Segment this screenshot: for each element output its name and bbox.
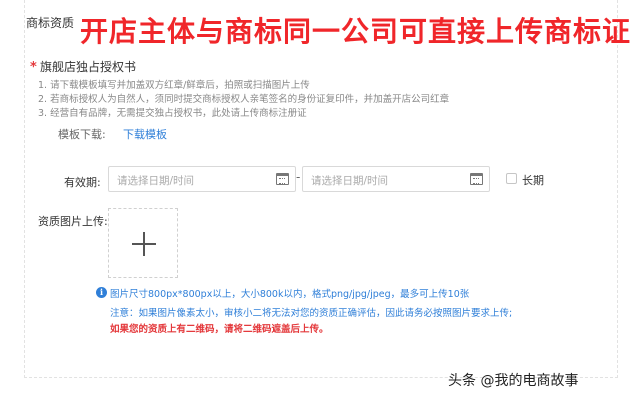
long-term-checkbox[interactable]	[506, 173, 517, 184]
start-date-input[interactable]: 请选择日期/时间	[108, 166, 296, 192]
template-download-label: 模板下载:	[58, 128, 106, 141]
validity-label: 有效期:	[64, 176, 101, 189]
auth-letter-title: 旗舰店独占授权书	[40, 60, 137, 74]
calendar-icon[interactable]	[276, 173, 289, 185]
watermark: 头条 @我的电商故事	[448, 373, 579, 389]
end-date-input[interactable]: 请选择日期/时间	[302, 166, 490, 192]
image-requirements-note: 图片尺寸800px*800px以上，大小800k以内，格式png/jpg/jpe…	[110, 289, 470, 300]
instruction-list: 1. 请下载模板填写并加盖双方红章/鲜章后，拍照或扫描图片上传 2. 若商标授权…	[38, 79, 598, 121]
image-upload-label: 资质图片上传:	[38, 215, 108, 228]
banner-overlay: 开店主体与商标同一公司可直接上传商标证	[80, 15, 632, 48]
section-title: 商标资质	[26, 16, 75, 30]
end-date-placeholder: 请选择日期/时间	[311, 175, 389, 187]
calendar-icon[interactable]	[470, 173, 483, 185]
pixel-warning-note: 注意：如果图片像素太小，审核小二将无法对您的资质正确评估，因此请务必按照图片要求…	[110, 308, 513, 319]
plus-icon	[143, 232, 145, 256]
info-icon: i	[96, 287, 107, 298]
instruction-item: 3. 经营自有品牌，无需提交独占授权书，此处请上传商标注册证	[38, 108, 307, 119]
instruction-item: 1. 请下载模板填写并加盖双方红章/鲜章后，拍照或扫描图片上传	[38, 80, 310, 91]
date-range-separator: -	[296, 170, 301, 184]
start-date-placeholder: 请选择日期/时间	[117, 175, 195, 187]
image-upload-button[interactable]	[108, 208, 178, 278]
instruction-item: 2. 若商标授权人为自然人，须同时提交商标授权人亲笔签名的身份证复印件，并加盖开…	[38, 94, 450, 105]
download-template-link[interactable]: 下载模板	[123, 126, 167, 142]
long-term-label[interactable]: 长期	[522, 172, 544, 188]
qr-code-warning: 如果您的资质上有二维码，请将二维码遮盖后上传。	[110, 324, 329, 335]
required-marker: *	[30, 60, 37, 75]
